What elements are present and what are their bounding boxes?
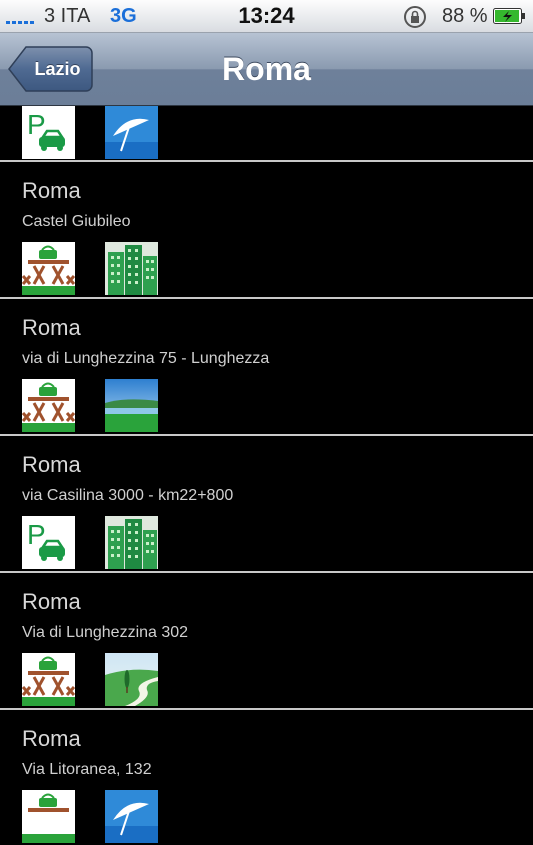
picnic-area-icon [22, 242, 75, 295]
amenity-icons: P [22, 106, 158, 159]
status-bar: 3 ITA 3G 13:24 88 % [0, 0, 533, 33]
location-name: Roma [22, 452, 81, 477]
rotation-lock-icon [404, 6, 426, 28]
list-item[interactable]: Roma Via di Lunghezzina 302 [0, 571, 533, 708]
list-item[interactable]: Roma via Casilina 3000 - km22+800 P [0, 434, 533, 571]
picnic-area-icon [22, 653, 75, 706]
picnic-area-icon [22, 790, 75, 843]
location-name: Roma [22, 178, 81, 203]
battery-charging-icon [493, 8, 525, 24]
parking-icon: P [22, 516, 75, 569]
buildings-icon [105, 516, 158, 569]
location-address: via di Lunghezzina 75 - Lunghezza [22, 350, 270, 367]
amenity-icons [22, 653, 158, 706]
list-item[interactable]: Roma Via Litoranea, 132 [0, 708, 533, 845]
list-item[interactable]: Roma Castel Giubileo [0, 160, 533, 297]
buildings-icon [105, 242, 158, 295]
parking-icon: P [22, 106, 75, 159]
location-address: Via di Lunghezzina 302 [22, 624, 189, 641]
location-name: Roma [22, 726, 81, 751]
navigation-bar: Lazio Roma [0, 33, 533, 106]
countryside-icon [105, 653, 158, 706]
beach-icon [105, 790, 158, 843]
amenity-icons [22, 242, 158, 295]
beach-icon [105, 106, 158, 159]
location-list: P Roma Castel Giubileo Roma via di Lungh… [0, 106, 533, 845]
picnic-area-icon [22, 379, 75, 432]
list-item[interactable]: P [0, 106, 533, 160]
amenity-icons: P [22, 516, 158, 569]
location-address: Castel Giubileo [22, 213, 131, 230]
amenity-icons [22, 379, 158, 432]
location-name: Roma [22, 589, 81, 614]
list-item[interactable]: Roma via di Lunghezzina 75 - Lunghezza [0, 297, 533, 434]
page-title: Roma [222, 51, 311, 87]
location-address: Via Litoranea, 132 [22, 761, 152, 778]
battery-percentage: 88 % [442, 5, 488, 27]
amenity-icons [22, 790, 158, 843]
lake-landscape-icon [105, 379, 158, 432]
location-name: Roma [22, 315, 81, 340]
location-address: via Casilina 3000 - km22+800 [22, 487, 234, 504]
